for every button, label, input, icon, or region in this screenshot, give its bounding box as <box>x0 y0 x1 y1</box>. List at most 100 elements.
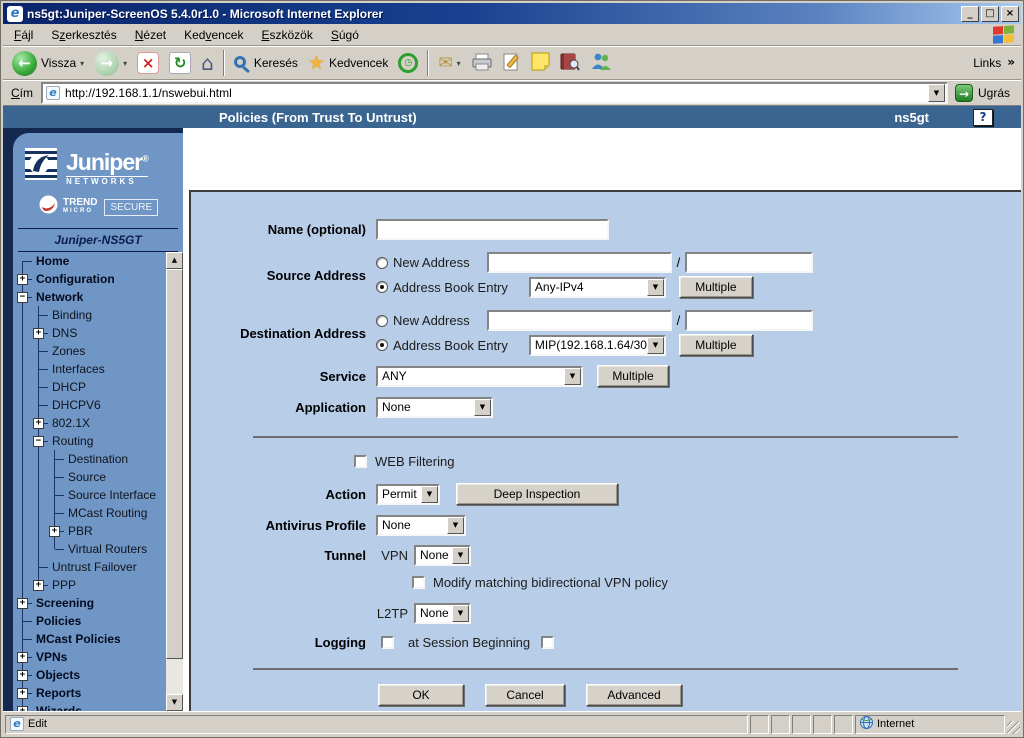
source-new-address-radio[interactable] <box>376 257 388 269</box>
tree-item-dhcpv6[interactable]: DHCPV6 <box>15 396 166 414</box>
tree-label[interactable]: Home <box>36 254 69 268</box>
session-beginning-checkbox[interactable] <box>541 636 554 649</box>
edit-button[interactable] <box>498 50 526 77</box>
help-button[interactable]: ? <box>973 109 993 126</box>
tree-label[interactable]: PBR <box>68 524 93 538</box>
tree-label[interactable]: Wizards <box>36 704 82 711</box>
tree-label[interactable]: VPNs <box>36 650 67 664</box>
discuss-button[interactable] <box>526 50 555 76</box>
tree-label[interactable]: Zones <box>52 344 85 358</box>
tree-item-reports[interactable]: + Reports <box>15 684 166 702</box>
expand-icon[interactable]: + <box>33 328 44 339</box>
expand-icon[interactable]: + <box>33 580 44 591</box>
dest-new-address-input[interactable] <box>487 310 672 331</box>
mail-button[interactable]: ✉ ▾ <box>433 51 465 75</box>
name-input[interactable] <box>376 219 609 240</box>
tree-label[interactable]: Source Interface <box>68 488 156 502</box>
tree-label[interactable]: Destination <box>68 452 128 466</box>
stop-button[interactable]: × <box>132 50 164 76</box>
source-new-address-input[interactable] <box>487 252 672 273</box>
chevron-down-icon[interactable]: ▼ <box>447 517 464 534</box>
application-select[interactable]: None ▼ <box>376 397 493 418</box>
url-text[interactable]: http://192.168.1.1/nswebui.html <box>65 86 923 100</box>
service-select[interactable]: ANY ▼ <box>376 366 583 387</box>
chevron-down-icon[interactable]: ▼ <box>474 399 491 416</box>
tree-label[interactable]: DNS <box>52 326 77 340</box>
chevron-down-icon[interactable]: ▼ <box>647 337 664 354</box>
links-bar[interactable]: Links » <box>973 56 1017 70</box>
tree-item-virtual-routers[interactable]: Virtual Routers <box>15 540 166 558</box>
expand-icon[interactable]: + <box>17 706 28 711</box>
tree-item-configuration[interactable]: +Configuration <box>15 270 166 288</box>
history-button[interactable]: ◷ <box>393 51 423 75</box>
mail-dropdown-icon[interactable]: ▾ <box>457 59 461 68</box>
source-address-book-select[interactable]: Any-IPv4 ▼ <box>529 277 666 298</box>
ok-button[interactable]: OK <box>378 684 464 706</box>
tree-label[interactable]: MCast Policies <box>36 632 121 646</box>
chevron-down-icon[interactable]: ▼ <box>452 547 469 564</box>
expand-icon[interactable]: + <box>17 652 28 663</box>
chevron-down-icon[interactable]: ▼ <box>452 605 469 622</box>
tree-item-pbr[interactable]: + PBR <box>15 522 166 540</box>
menu-item-eszk-z-k[interactable]: Eszközök <box>252 26 321 44</box>
chevron-down-icon[interactable]: ▼ <box>564 368 581 385</box>
advanced-button[interactable]: Advanced <box>586 684 682 706</box>
tree-label[interactable]: Virtual Routers <box>68 542 147 556</box>
expand-icon[interactable]: + <box>17 688 28 699</box>
tree-item-home[interactable]: Home <box>15 252 166 270</box>
tree-item-policies[interactable]: Policies <box>15 612 166 630</box>
collapse-icon[interactable]: − <box>17 292 28 303</box>
tree-item-source-interface[interactable]: Source Interface <box>15 486 166 504</box>
url-field[interactable]: e http://192.168.1.1/nswebui.html ▼ <box>41 82 948 104</box>
tree-label[interactable]: MCast Routing <box>68 506 147 520</box>
messenger-button[interactable] <box>585 50 617 76</box>
go-button[interactable]: → Ugrás <box>948 83 1017 103</box>
scrollbar-thumb[interactable] <box>166 269 183 659</box>
tree-item-routing[interactable]: −Routing <box>15 432 166 450</box>
favorites-button[interactable]: ★ Kedvencek <box>303 50 393 76</box>
service-multiple-button[interactable]: Multiple <box>597 365 669 387</box>
tree-item-untrust-failover[interactable]: Untrust Failover <box>15 558 166 576</box>
dest-address-book-select[interactable]: MIP(192.168.1.64/30) ▼ <box>529 335 666 356</box>
expand-icon[interactable]: + <box>17 274 28 285</box>
chevron-down-icon[interactable]: ▼ <box>421 486 438 503</box>
cancel-button[interactable]: Cancel <box>485 684 565 706</box>
vpn-select[interactable]: None ▼ <box>414 545 471 566</box>
source-netmask-input[interactable] <box>685 252 813 273</box>
tree-item-802-1x[interactable]: +802.1X <box>15 414 166 432</box>
tree-item-source[interactable]: Source <box>15 468 166 486</box>
action-select[interactable]: Permit ▼ <box>376 484 440 505</box>
home-button[interactable]: ⌂ <box>196 50 219 76</box>
expand-icon[interactable]: + <box>17 598 28 609</box>
tree-label[interactable]: Reports <box>36 686 81 700</box>
tree-item-wizards[interactable]: + Wizards <box>15 702 166 711</box>
close-icon[interactable]: × <box>1001 6 1019 22</box>
modify-vpn-checkbox[interactable] <box>412 576 425 589</box>
refresh-button[interactable]: ↻ <box>164 50 196 76</box>
tree-label[interactable]: 802.1X <box>52 416 90 430</box>
links-chevron-icon[interactable]: » <box>1007 56 1015 68</box>
tree-label[interactable]: Source <box>68 470 106 484</box>
menu-item-n-zet[interactable]: Nézet <box>126 26 175 44</box>
scroll-down-icon[interactable]: ▼ <box>166 694 183 711</box>
back-dropdown-icon[interactable]: ▾ <box>80 59 84 68</box>
back-button[interactable]: ← Vissza ▾ <box>7 49 89 78</box>
tree-item-ppp[interactable]: +PPP <box>15 576 166 594</box>
print-button[interactable] <box>466 51 498 76</box>
maximize-icon[interactable]: □ <box>981 6 999 22</box>
tree-label[interactable]: Policies <box>36 614 81 628</box>
resize-grip[interactable] <box>1007 721 1020 734</box>
expand-icon[interactable]: + <box>49 526 60 537</box>
tree-item-binding[interactable]: Binding <box>15 306 166 324</box>
forward-button[interactable]: → ▾ <box>89 49 132 78</box>
menu-item-f-jl[interactable]: Fájl <box>5 26 42 44</box>
tree-item-mcast-policies[interactable]: MCast Policies <box>15 630 166 648</box>
menu-item-s-g-[interactable]: Súgó <box>322 26 368 44</box>
tree-item-vpns[interactable]: + VPNs <box>15 648 166 666</box>
tree-item-objects[interactable]: +Objects <box>15 666 166 684</box>
minimize-icon[interactable]: _ <box>961 6 979 22</box>
tree-item-network[interactable]: −Network <box>15 288 166 306</box>
url-dropdown-icon[interactable]: ▼ <box>928 84 945 102</box>
tree-label[interactable]: Binding <box>52 308 92 322</box>
research-button[interactable] <box>555 50 585 76</box>
